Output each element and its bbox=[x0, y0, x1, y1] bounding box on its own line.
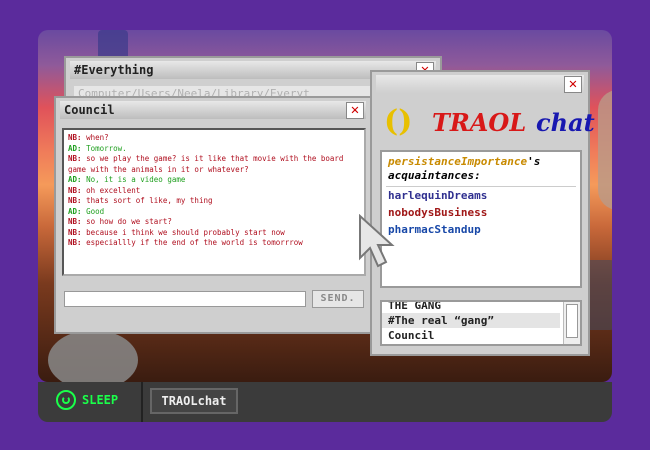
taskbar-app-traolchat[interactable]: TRAOLchat bbox=[150, 388, 238, 414]
window-title: Council bbox=[64, 103, 115, 117]
message-author: NB: bbox=[68, 238, 87, 247]
friend-item[interactable]: pharmacStandup bbox=[382, 221, 580, 238]
message-text: when? bbox=[86, 133, 109, 142]
message-author: NB: bbox=[68, 217, 87, 226]
logo-text: TRAOL bbox=[432, 108, 527, 137]
send-button[interactable]: SEND. bbox=[312, 290, 364, 308]
sleep-button[interactable]: SLEEP bbox=[56, 390, 118, 410]
desktop-art bbox=[48, 330, 138, 382]
owner-name: persistanceImportance bbox=[388, 155, 528, 168]
desktop-art bbox=[598, 90, 612, 210]
chat-message: NB: because i think we should probably s… bbox=[68, 228, 360, 239]
window-titlebar[interactable]: Council ✕ bbox=[60, 101, 366, 119]
traolchat-logo: () TRAOL chat bbox=[384, 102, 595, 142]
chat-message: NB: so we play the game? is it like that… bbox=[68, 154, 360, 175]
chat-message: NB: oh excellent bbox=[68, 186, 360, 197]
message-text: Good bbox=[86, 206, 105, 216]
acquaintances-header: persistanceImportance's acquaintances: bbox=[382, 152, 580, 186]
message-author: AD: bbox=[68, 206, 87, 216]
message-author: NB: bbox=[68, 196, 87, 205]
acquaintances-label: acquaintances: bbox=[388, 169, 481, 182]
chat-message: NB: when? bbox=[68, 133, 360, 144]
council-window[interactable]: Council ✕ NB: when? AD: Tomorrow. NB: so w… bbox=[54, 96, 372, 334]
message-text: so we play the game? is it like that mov… bbox=[68, 154, 344, 174]
group-item[interactable]: THE GANG bbox=[382, 302, 560, 313]
message-text: because i think we should probably start… bbox=[86, 227, 285, 237]
group-item[interactable]: Council bbox=[382, 328, 560, 343]
message-input[interactable] bbox=[64, 291, 306, 307]
message-author: NB: bbox=[68, 133, 87, 142]
close-icon[interactable]: ✕ bbox=[564, 76, 582, 93]
message-text: especiallly if the end of the world is t… bbox=[86, 238, 303, 247]
chat-log[interactable]: NB: when? AD: Tomorrow. NB: so we play the… bbox=[62, 128, 366, 276]
chat-message: NB: so how do we start? bbox=[68, 217, 360, 228]
message-author: NB: bbox=[68, 185, 87, 195]
logo-text-suffix: chat bbox=[536, 108, 595, 137]
scrollbar-thumb[interactable] bbox=[566, 304, 578, 338]
message-author: NB: bbox=[68, 154, 87, 163]
taskbar: SLEEP TRAOLchat bbox=[38, 382, 612, 422]
message-text: No, it is a video game bbox=[86, 175, 186, 184]
window-title: #Everything bbox=[74, 63, 154, 77]
message-text: so how do we start? bbox=[86, 217, 172, 226]
group-item[interactable]: #The real “gang” bbox=[382, 313, 560, 328]
chat-message: AD: Tomorrow. bbox=[68, 144, 360, 155]
owner-suffix: 's bbox=[527, 155, 541, 168]
chat-message: AD: No, it is a video game bbox=[68, 175, 360, 186]
mouse-cursor-icon bbox=[359, 214, 395, 268]
sleep-label: SLEEP bbox=[82, 393, 119, 407]
message-author: AD: bbox=[68, 175, 87, 184]
message-text: oh excellent bbox=[86, 185, 141, 195]
logo-mark-icon: () bbox=[384, 104, 413, 139]
scrollbar[interactable] bbox=[563, 302, 580, 344]
chat-message: AD: Good bbox=[68, 207, 360, 218]
message-text: thats sort of like, my thing bbox=[86, 196, 213, 205]
window-titlebar[interactable]: ✕ bbox=[376, 75, 584, 93]
traolchat-window[interactable]: ✕ () TRAOL chat persistanceImportance's … bbox=[370, 70, 595, 356]
acquaintances-panel: persistanceImportance's acquaintances: h… bbox=[380, 150, 582, 288]
chat-message: NB: thats sort of like, my thing bbox=[68, 196, 360, 207]
sleep-icon bbox=[56, 390, 76, 410]
chat-message: NB: especiallly if the end of the world … bbox=[68, 238, 360, 249]
message-text: Tomorrow. bbox=[86, 143, 127, 153]
monitor-frame: #Everything ✕ Computer/Users/Neela/Libra… bbox=[0, 0, 650, 450]
close-icon[interactable]: ✕ bbox=[346, 102, 364, 119]
taskbar-divider bbox=[141, 382, 143, 422]
friend-item[interactable]: nobodysBusiness bbox=[382, 204, 580, 221]
friend-item[interactable]: harlequinDreams bbox=[382, 187, 580, 204]
message-author: NB: bbox=[68, 227, 87, 237]
message-author: AD: bbox=[68, 143, 87, 153]
groups-list[interactable]: THE GANG #The real “gang” Council bbox=[380, 300, 582, 346]
